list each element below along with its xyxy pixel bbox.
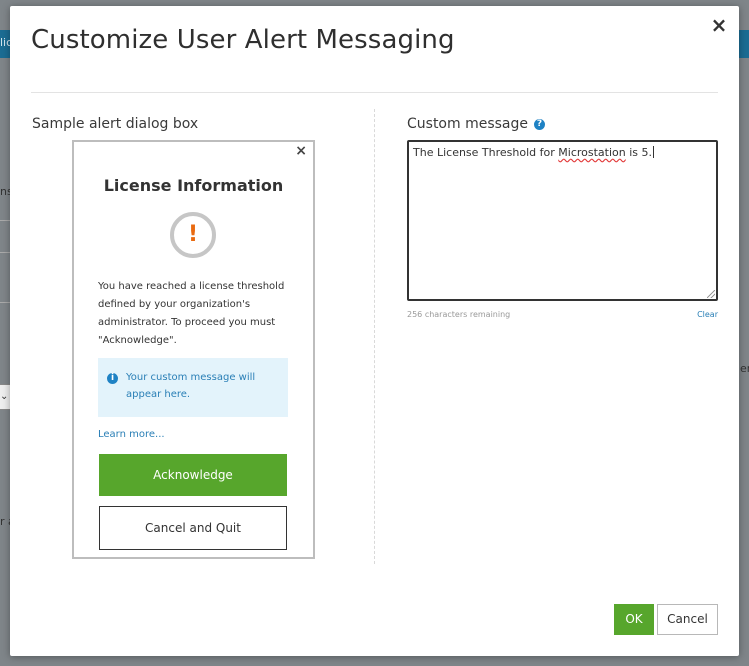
custom-message-textarea[interactable]: The License Threshold for Microstation i…	[407, 140, 718, 301]
sample-section-label: Sample alert dialog box	[32, 116, 199, 132]
custom-message-label: Custom message ?	[407, 116, 546, 132]
custom-message-label-text: Custom message	[407, 116, 529, 132]
background-text-fragment: er	[740, 362, 749, 375]
custom-message-preview: i Your custom message will appear here.	[98, 358, 288, 417]
sample-dialog-body: You have reached a license threshold def…	[98, 281, 285, 346]
background-divider	[0, 252, 10, 253]
misspelled-word: Microstation	[558, 146, 626, 159]
sample-dialog-title: License Information	[103, 176, 284, 195]
info-icon: i	[107, 373, 118, 384]
chevron-down-icon: ⌄	[0, 391, 9, 402]
message-text: is 5.	[625, 146, 653, 159]
column-divider	[374, 109, 375, 564]
learn-more-link: Learn more...	[98, 429, 165, 440]
cancel-and-quit-button: Cancel and Quit	[99, 506, 287, 550]
close-icon: ×	[295, 143, 307, 159]
close-icon[interactable]: ×	[709, 15, 729, 35]
background-divider	[0, 220, 10, 221]
text-caret	[653, 146, 655, 158]
modal-title: Customize User Alert Messaging	[31, 25, 455, 55]
custom-message-preview-text: Your custom message will appear here.	[126, 372, 256, 400]
help-icon[interactable]: ?	[534, 118, 546, 130]
warning-icon: !	[170, 212, 216, 258]
title-divider	[31, 92, 718, 93]
acknowledge-button: Acknowledge	[99, 454, 287, 496]
cancel-button[interactable]: Cancel	[657, 604, 718, 635]
message-text: The License Threshold for	[413, 146, 559, 159]
customize-alert-modal: Customize User Alert Messaging × Sample …	[10, 6, 739, 656]
ok-button[interactable]: OK	[614, 604, 654, 635]
resize-handle[interactable]	[707, 290, 715, 298]
characters-remaining: 256 characters remaining	[407, 310, 511, 319]
background-divider	[0, 302, 10, 303]
clear-link[interactable]: Clear	[697, 310, 718, 319]
sample-alert-dialog: × License Information ! You have reached…	[72, 140, 315, 559]
